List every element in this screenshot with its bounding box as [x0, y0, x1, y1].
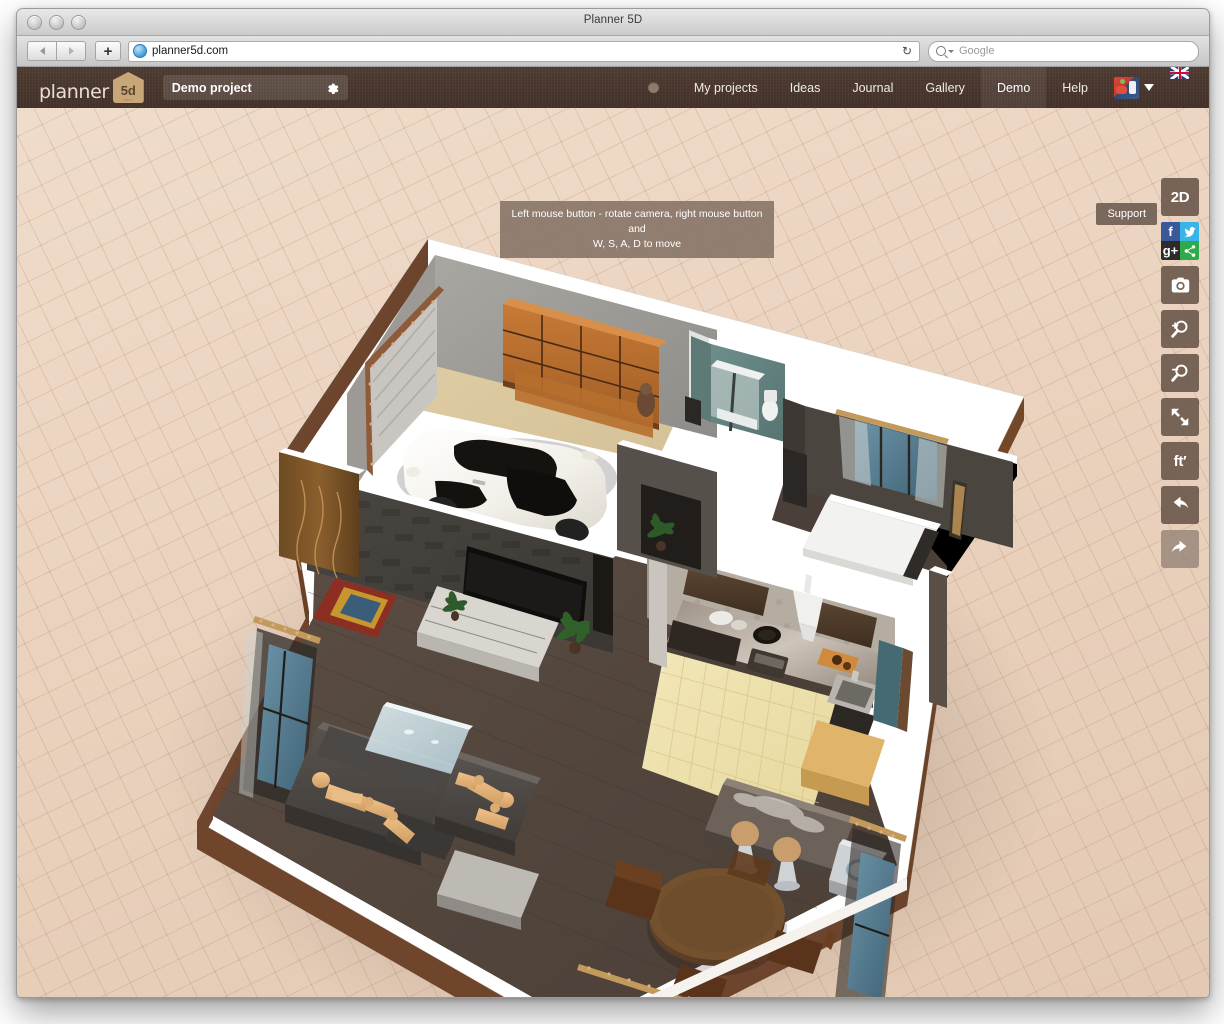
share-icon[interactable]: [1180, 241, 1199, 260]
navigation-buttons[interactable]: [27, 41, 86, 61]
flag-red-v: [1179, 67, 1181, 79]
support-button[interactable]: Support: [1096, 203, 1157, 225]
menu-dot-button[interactable]: [630, 67, 678, 108]
avatar-shape-2: [1129, 81, 1136, 94]
view-mode-2d-button[interactable]: 2D: [1161, 178, 1199, 216]
viewport-hint-tooltip: Left mouse button - rotate camera, right…: [500, 201, 774, 258]
tooltip-line-1: Left mouse button - rotate camera, right…: [508, 207, 766, 237]
back-button[interactable]: [27, 41, 56, 61]
planner5d-logo[interactable]: planner 5d ▪▪▪▪▪: [39, 72, 144, 103]
googleplus-icon[interactable]: g+: [1161, 241, 1180, 260]
units-button[interactable]: ft′: [1161, 442, 1199, 480]
user-menu[interactable]: [1104, 67, 1160, 108]
nav-item-help[interactable]: Help: [1046, 67, 1104, 108]
3d-viewport[interactable]: Left mouse button - rotate camera, right…: [17, 108, 1209, 998]
globe-icon: [133, 44, 147, 58]
zoom-out-button[interactable]: [1161, 354, 1199, 392]
undo-button[interactable]: [1161, 486, 1199, 524]
app-header: planner 5d ▪▪▪▪▪ Demo project My project…: [17, 67, 1209, 108]
search-placeholder: Google: [959, 45, 994, 57]
chevron-down-icon[interactable]: [1144, 84, 1154, 91]
new-tab-button[interactable]: +: [95, 41, 121, 61]
browser-window: Planner 5D + planner5d.com ↻ Google plan…: [16, 8, 1210, 998]
chevron-down-icon: [948, 50, 954, 53]
twitter-icon[interactable]: [1180, 222, 1199, 241]
forward-button[interactable]: [56, 41, 86, 61]
browser-toolbar: + planner5d.com ↻ Google: [17, 36, 1209, 67]
nav-item-gallery[interactable]: Gallery: [909, 67, 981, 108]
avatar-shape-3: [1120, 79, 1125, 84]
redo-icon: [1169, 538, 1191, 560]
project-name-field[interactable]: Demo project: [163, 75, 348, 100]
address-bar[interactable]: planner5d.com ↻: [128, 41, 920, 62]
avatar[interactable]: [1114, 77, 1139, 99]
logo-text: planner: [39, 81, 109, 103]
undo-icon: [1169, 494, 1191, 516]
fullscreen-button[interactable]: [1161, 398, 1199, 436]
redo-button[interactable]: [1161, 530, 1199, 568]
nav-item-journal[interactable]: Journal: [836, 67, 909, 108]
zoom-in-icon: [1169, 318, 1191, 340]
social-share-buttons[interactable]: f g+: [1161, 222, 1199, 260]
screenshot-button[interactable]: [1161, 266, 1199, 304]
expand-icon: [1169, 406, 1191, 428]
main-navigation: My projects Ideas Journal Gallery Demo H…: [630, 67, 1209, 108]
window-title: Planner 5D: [17, 14, 1209, 26]
logo-badge-icon: 5d ▪▪▪▪▪: [113, 72, 144, 103]
zoom-in-button[interactable]: [1161, 310, 1199, 348]
zoom-out-icon: [1169, 362, 1191, 384]
avatar-shape-1: [1116, 86, 1127, 94]
gear-icon[interactable]: [324, 80, 339, 95]
circle-icon: [648, 82, 659, 93]
nav-item-demo[interactable]: Demo: [981, 67, 1046, 108]
viewport-toolbar: 2D f g+: [1161, 178, 1199, 568]
search-input[interactable]: Google: [928, 41, 1199, 62]
page-content: planner 5d ▪▪▪▪▪ Demo project My project…: [17, 67, 1209, 998]
reload-icon[interactable]: ↻: [902, 44, 915, 58]
facebook-icon[interactable]: f: [1161, 222, 1180, 241]
url-text: planner5d.com: [152, 45, 228, 57]
chevron-left-icon: [40, 47, 45, 55]
nav-item-ideas[interactable]: Ideas: [774, 67, 837, 108]
chevron-right-icon: [69, 47, 74, 55]
window-title-bar: Planner 5D: [17, 9, 1209, 36]
camera-icon: [1170, 275, 1191, 296]
search-icon: [936, 46, 946, 56]
logo-badge-sub: ▪▪▪▪▪: [113, 98, 144, 102]
tooltip-line-2: W, S, A, D to move: [508, 237, 766, 252]
project-name: Demo project: [172, 81, 324, 95]
language-flag-icon[interactable]: [1170, 67, 1189, 79]
nav-item-my-projects[interactable]: My projects: [678, 67, 774, 108]
